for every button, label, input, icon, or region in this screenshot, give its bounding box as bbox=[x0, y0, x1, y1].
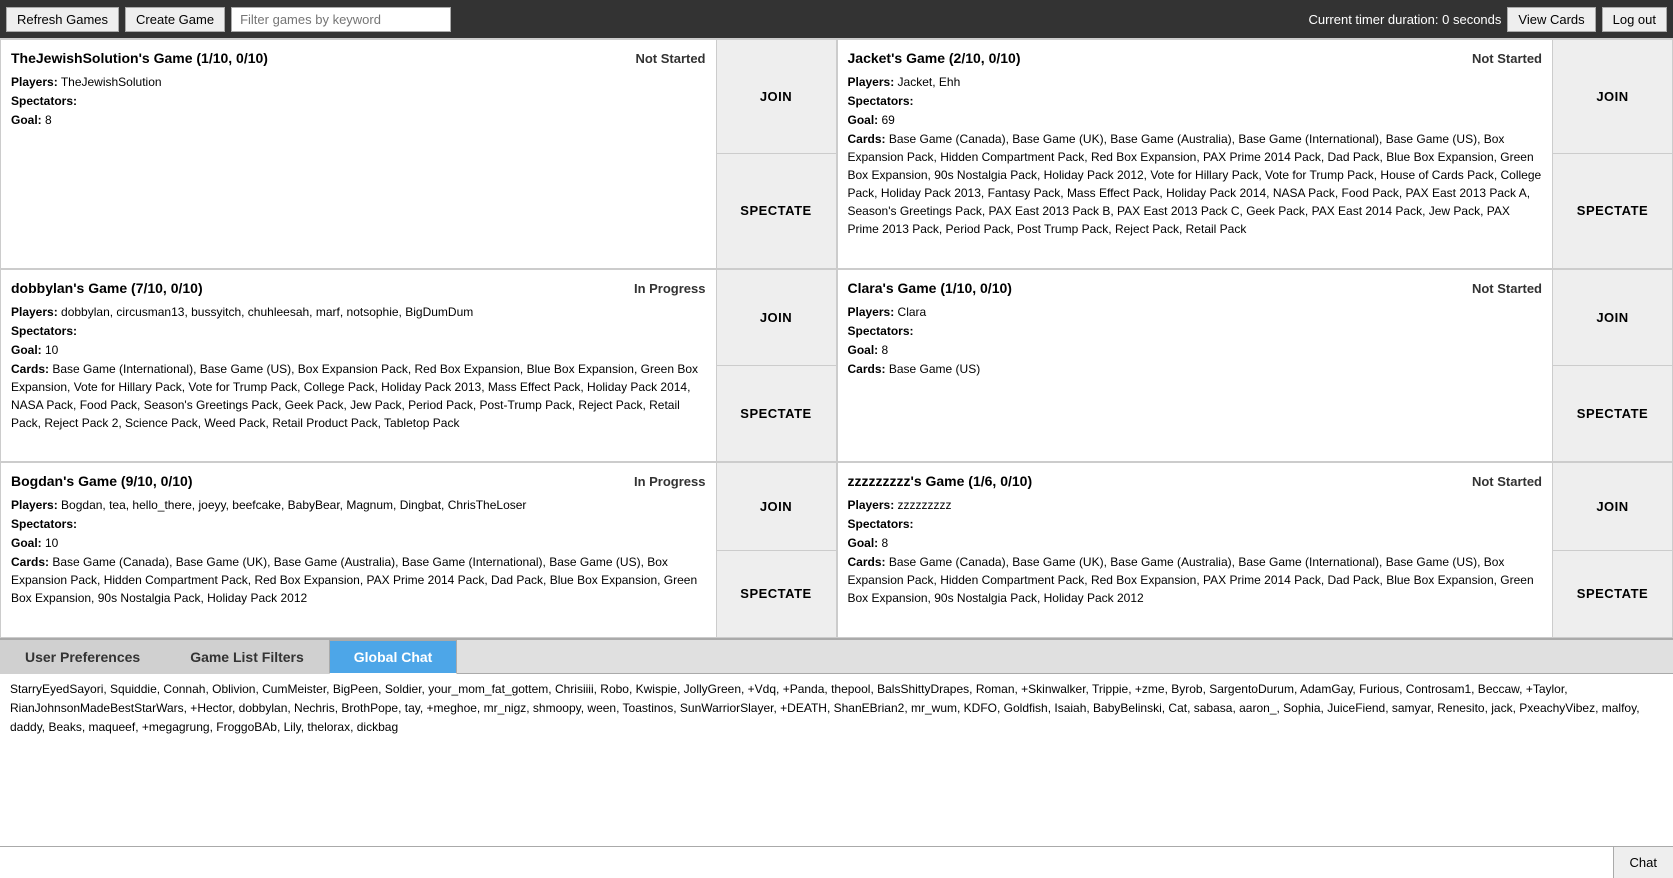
spectate-button[interactable]: SPECTATE bbox=[1553, 551, 1672, 637]
chat-send-button[interactable]: Chat bbox=[1613, 847, 1673, 878]
game-title: Jacket's Game (2/10, 0/10) bbox=[848, 48, 1021, 69]
spectate-button[interactable]: SPECTATE bbox=[717, 551, 836, 637]
spectate-button[interactable]: SPECTATE bbox=[717, 154, 836, 267]
game-card: Bogdan's Game (9/10, 0/10) In Progress P… bbox=[0, 462, 837, 638]
bottom-tab-user-prefs[interactable]: User Preferences bbox=[0, 640, 165, 674]
join-button[interactable]: JOIN bbox=[1553, 463, 1672, 550]
game-title-row: Jacket's Game (2/10, 0/10) Not Started bbox=[848, 48, 1543, 69]
main-area: TheJewishSolution's Game (1/10, 0/10) No… bbox=[0, 38, 1673, 878]
game-status: In Progress bbox=[634, 279, 706, 299]
game-actions: JOIN SPECTATE bbox=[716, 463, 836, 637]
game-title: Clara's Game (1/10, 0/10) bbox=[848, 278, 1012, 299]
game-actions: JOIN SPECTATE bbox=[1552, 40, 1672, 268]
game-actions: JOIN SPECTATE bbox=[1552, 270, 1672, 462]
join-button[interactable]: JOIN bbox=[717, 40, 836, 154]
join-button[interactable]: JOIN bbox=[717, 463, 836, 550]
game-card: Jacket's Game (2/10, 0/10) Not Started P… bbox=[837, 39, 1673, 269]
game-title-row: zzzzzzzzz's Game (1/6, 0/10) Not Started bbox=[848, 471, 1543, 492]
game-status: In Progress bbox=[634, 472, 706, 492]
game-title-row: Bogdan's Game (9/10, 0/10) In Progress bbox=[11, 471, 706, 492]
game-title: Bogdan's Game (9/10, 0/10) bbox=[11, 471, 193, 492]
game-info: dobbylan's Game (7/10, 0/10) In Progress… bbox=[1, 270, 716, 462]
create-game-button[interactable]: Create Game bbox=[125, 7, 225, 32]
timer-text: Current timer duration: 0 seconds bbox=[1308, 12, 1501, 27]
game-status: Not Started bbox=[1472, 279, 1542, 299]
chat-content: StarryEyedSayori, Squiddie, Connah, Obli… bbox=[0, 674, 1673, 846]
game-title-row: Clara's Game (1/10, 0/10) Not Started bbox=[848, 278, 1543, 299]
game-info: Clara's Game (1/10, 0/10) Not Started Pl… bbox=[838, 270, 1553, 462]
chat-input-row: Chat bbox=[0, 846, 1673, 878]
game-status: Not Started bbox=[1472, 472, 1542, 492]
game-card: TheJewishSolution's Game (1/10, 0/10) No… bbox=[0, 39, 837, 269]
header: Refresh Games Create Game Current timer … bbox=[0, 0, 1673, 38]
game-title: zzzzzzzzz's Game (1/6, 0/10) bbox=[848, 471, 1033, 492]
bottom-tab-game-list-filters[interactable]: Game List Filters bbox=[165, 640, 329, 674]
game-card: zzzzzzzzz's Game (1/6, 0/10) Not Started… bbox=[837, 462, 1673, 638]
game-title-row: TheJewishSolution's Game (1/10, 0/10) No… bbox=[11, 48, 706, 69]
game-info: TheJewishSolution's Game (1/10, 0/10) No… bbox=[1, 40, 716, 268]
view-cards-button[interactable]: View Cards bbox=[1507, 7, 1595, 32]
game-title: TheJewishSolution's Game (1/10, 0/10) bbox=[11, 48, 268, 69]
bottom-tabs: User PreferencesGame List FiltersGlobal … bbox=[0, 640, 1673, 674]
game-status: Not Started bbox=[1472, 49, 1542, 69]
game-actions: JOIN SPECTATE bbox=[716, 40, 836, 268]
game-info: Bogdan's Game (9/10, 0/10) In Progress P… bbox=[1, 463, 716, 637]
game-actions: JOIN SPECTATE bbox=[1552, 463, 1672, 637]
join-button[interactable]: JOIN bbox=[717, 270, 836, 366]
games-grid: TheJewishSolution's Game (1/10, 0/10) No… bbox=[0, 38, 1673, 638]
game-info: Jacket's Game (2/10, 0/10) Not Started P… bbox=[838, 40, 1553, 268]
bottom-panel: User PreferencesGame List FiltersGlobal … bbox=[0, 638, 1673, 878]
game-title: dobbylan's Game (7/10, 0/10) bbox=[11, 278, 203, 299]
game-actions: JOIN SPECTATE bbox=[716, 270, 836, 462]
filter-input[interactable] bbox=[231, 7, 451, 32]
game-status: Not Started bbox=[635, 49, 705, 69]
spectate-button[interactable]: SPECTATE bbox=[717, 366, 836, 461]
spectate-button[interactable]: SPECTATE bbox=[1553, 366, 1672, 461]
bottom-tab-global-chat[interactable]: Global Chat bbox=[329, 640, 458, 674]
game-card: Clara's Game (1/10, 0/10) Not Started Pl… bbox=[837, 269, 1673, 463]
game-card: dobbylan's Game (7/10, 0/10) In Progress… bbox=[0, 269, 837, 463]
game-info: zzzzzzzzz's Game (1/6, 0/10) Not Started… bbox=[838, 463, 1553, 637]
game-title-row: dobbylan's Game (7/10, 0/10) In Progress bbox=[11, 278, 706, 299]
refresh-games-button[interactable]: Refresh Games bbox=[6, 7, 119, 32]
join-button[interactable]: JOIN bbox=[1553, 40, 1672, 154]
spectate-button[interactable]: SPECTATE bbox=[1553, 154, 1672, 267]
join-button[interactable]: JOIN bbox=[1553, 270, 1672, 366]
chat-input[interactable] bbox=[0, 847, 1613, 878]
logout-button[interactable]: Log out bbox=[1602, 7, 1667, 32]
